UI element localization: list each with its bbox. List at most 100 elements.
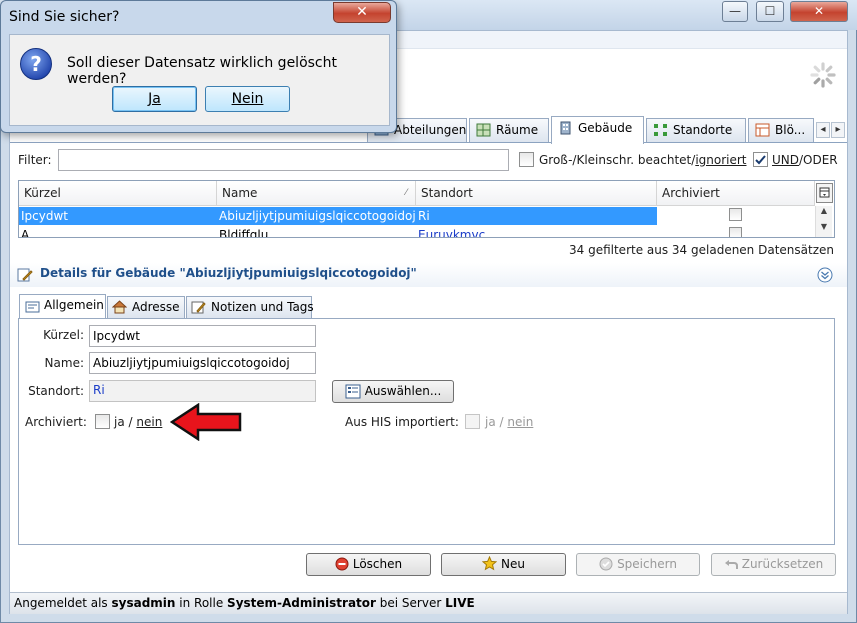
reset-button[interactable]: Zurücksetzen bbox=[711, 553, 836, 576]
tabs-scroll-left-button[interactable]: ◂ bbox=[816, 122, 830, 138]
table-scrollbar[interactable]: ▲ ▼ bbox=[815, 206, 832, 237]
svg-text:?: ? bbox=[30, 52, 42, 76]
column-header-kuerzel[interactable]: Kürzel bbox=[19, 181, 217, 206]
select-location-button[interactable]: Auswählen... bbox=[332, 380, 454, 403]
standort-field: Ri bbox=[89, 380, 316, 402]
save-button[interactable]: Speichern bbox=[576, 553, 700, 576]
his-imported-label: Aus HIS importiert: bbox=[345, 415, 459, 429]
his-imported-options: ja / nein bbox=[485, 415, 533, 429]
loading-spinner-icon bbox=[810, 62, 836, 88]
checkmark-icon bbox=[755, 155, 766, 165]
status-user: sysadmin bbox=[111, 596, 176, 610]
dialog-title: Sind Sie sicher? bbox=[9, 9, 120, 25]
standort-label: Standort: bbox=[28, 384, 84, 398]
subtab-label: Adresse bbox=[132, 300, 180, 314]
tab-standorte[interactable]: Standorte bbox=[646, 118, 746, 142]
tabs-scroll-right-button[interactable]: ▸ bbox=[831, 122, 845, 138]
confirm-dialog: Sind Sie sicher? ✕ ? Soll dieser Datensa… bbox=[0, 0, 397, 133]
star-icon bbox=[481, 555, 498, 571]
status-role: System-Administrator bbox=[227, 596, 376, 610]
table-row[interactable]: A Bldiffqlu Euruvkmvc bbox=[19, 226, 815, 238]
reset-label: Zurücksetzen bbox=[741, 557, 824, 571]
tab-label: Abteilungen bbox=[394, 123, 467, 137]
dialog-body: ? Soll dieser Datensatz wirklich gelösch… bbox=[9, 34, 390, 126]
archived-options: ja / nein bbox=[114, 415, 162, 429]
cell-name: Abiuzljiytjpumiuigslqiccotogoidoj bbox=[219, 209, 416, 223]
new-label: Neu bbox=[501, 557, 525, 571]
filter-label: Filter: bbox=[18, 153, 52, 167]
status-role-text: in Rolle bbox=[175, 596, 228, 610]
undo-icon bbox=[724, 560, 738, 569]
cell-standort: Euruvkmvc bbox=[418, 228, 486, 238]
notes-icon bbox=[191, 301, 206, 314]
or-text: /ODER bbox=[799, 153, 838, 167]
filter-input[interactable] bbox=[58, 149, 509, 171]
status-bar: Angemeldet als sysadmin in Rolle System-… bbox=[10, 592, 847, 614]
save-check-icon bbox=[599, 557, 613, 571]
dialog-yes-button[interactable]: Ja bbox=[112, 86, 197, 112]
case-sensitive-checkbox[interactable] bbox=[519, 152, 534, 167]
status-server-text: bei Server bbox=[375, 596, 446, 610]
tab-label: Blö... bbox=[775, 123, 806, 137]
column-header-archiviert[interactable]: Archiviert bbox=[657, 181, 815, 206]
tab-raeume[interactable]: Räume bbox=[469, 118, 549, 142]
minimize-button[interactable]: — bbox=[722, 1, 748, 22]
dialog-close-button[interactable]: ✕ bbox=[333, 2, 391, 23]
and-or-label: UND/ODER bbox=[772, 153, 838, 167]
cell-name: Bldiffqlu bbox=[219, 228, 269, 238]
column-header-standort[interactable]: Standort bbox=[416, 181, 657, 206]
name-label: Name: bbox=[44, 356, 84, 370]
and-or-checkbox[interactable] bbox=[753, 152, 768, 167]
status-server: LIVE bbox=[445, 596, 475, 610]
tab-gebaeude[interactable]: Gebäude bbox=[551, 116, 644, 144]
delete-icon bbox=[335, 557, 349, 571]
column-chooser-button[interactable] bbox=[816, 183, 833, 203]
and-link[interactable]: UND bbox=[772, 153, 799, 167]
archived-nein-link[interactable]: nein bbox=[136, 415, 162, 429]
new-button[interactable]: Neu bbox=[441, 553, 566, 576]
building-icon bbox=[560, 121, 571, 135]
select-button-label: Auswählen... bbox=[364, 384, 442, 398]
status-prefix: Angemeldet als bbox=[14, 596, 112, 610]
record-count-text: 34 gefilterte aus 34 geladenen Datensätz… bbox=[569, 243, 834, 257]
his-nein-link: nein bbox=[507, 415, 534, 429]
house-icon bbox=[112, 300, 127, 314]
question-icon: ? bbox=[20, 48, 52, 80]
archived-label: Archiviert: bbox=[25, 415, 87, 429]
sort-indicator-icon: ⁄ bbox=[405, 188, 407, 198]
column-header-name[interactable]: Name ⁄ bbox=[217, 181, 416, 206]
his-imported-checkbox bbox=[465, 414, 480, 429]
cell-archiviert bbox=[657, 207, 815, 225]
table-row[interactable]: Ipcydwt Abiuzljiytjpumiuigslqiccotogoido… bbox=[19, 207, 815, 225]
name-field[interactable] bbox=[89, 352, 316, 374]
kuerzel-field[interactable] bbox=[89, 325, 316, 347]
row-archived-checkbox[interactable] bbox=[729, 208, 742, 221]
close-button[interactable]: ✕ bbox=[790, 1, 848, 22]
dialog-no-label: Nein bbox=[231, 91, 264, 107]
dialog-no-button[interactable]: Nein bbox=[205, 86, 290, 112]
delete-label: Löschen bbox=[352, 557, 403, 571]
location-icon bbox=[654, 124, 667, 136]
delete-button[interactable]: Löschen bbox=[306, 553, 431, 576]
archived-ja-text: ja bbox=[114, 415, 125, 429]
collapse-chevron-icon[interactable] bbox=[817, 267, 833, 283]
archived-separator: / bbox=[128, 415, 133, 429]
dialog-yes-label: Ja bbox=[148, 91, 161, 107]
cell-kuerzel: A bbox=[21, 228, 30, 238]
archived-checkbox[interactable] bbox=[95, 414, 110, 429]
save-label: Speichern bbox=[617, 557, 677, 571]
select-list-icon bbox=[345, 384, 361, 399]
maximize-button[interactable]: ☐ bbox=[756, 1, 784, 22]
subtab-adresse[interactable]: Adresse bbox=[107, 296, 185, 318]
tab-bloecke[interactable]: Blö... bbox=[748, 118, 814, 142]
cell-standort: Ri bbox=[418, 209, 430, 223]
room-icon bbox=[476, 123, 491, 137]
subtab-notizen[interactable]: Notizen und Tags bbox=[186, 296, 314, 318]
scroll-down-icon[interactable]: ▼ bbox=[816, 222, 832, 232]
dialog-message: Soll dieser Datensatz wirklich gelöscht … bbox=[67, 55, 337, 87]
subtab-allgemein[interactable]: Allgemein bbox=[19, 294, 106, 319]
case-ignore-link[interactable]: ignoriert bbox=[695, 153, 746, 167]
tab-label: Standorte bbox=[673, 123, 733, 137]
scroll-up-icon[interactable]: ▲ bbox=[816, 206, 832, 216]
row-archived-checkbox[interactable] bbox=[729, 227, 742, 237]
